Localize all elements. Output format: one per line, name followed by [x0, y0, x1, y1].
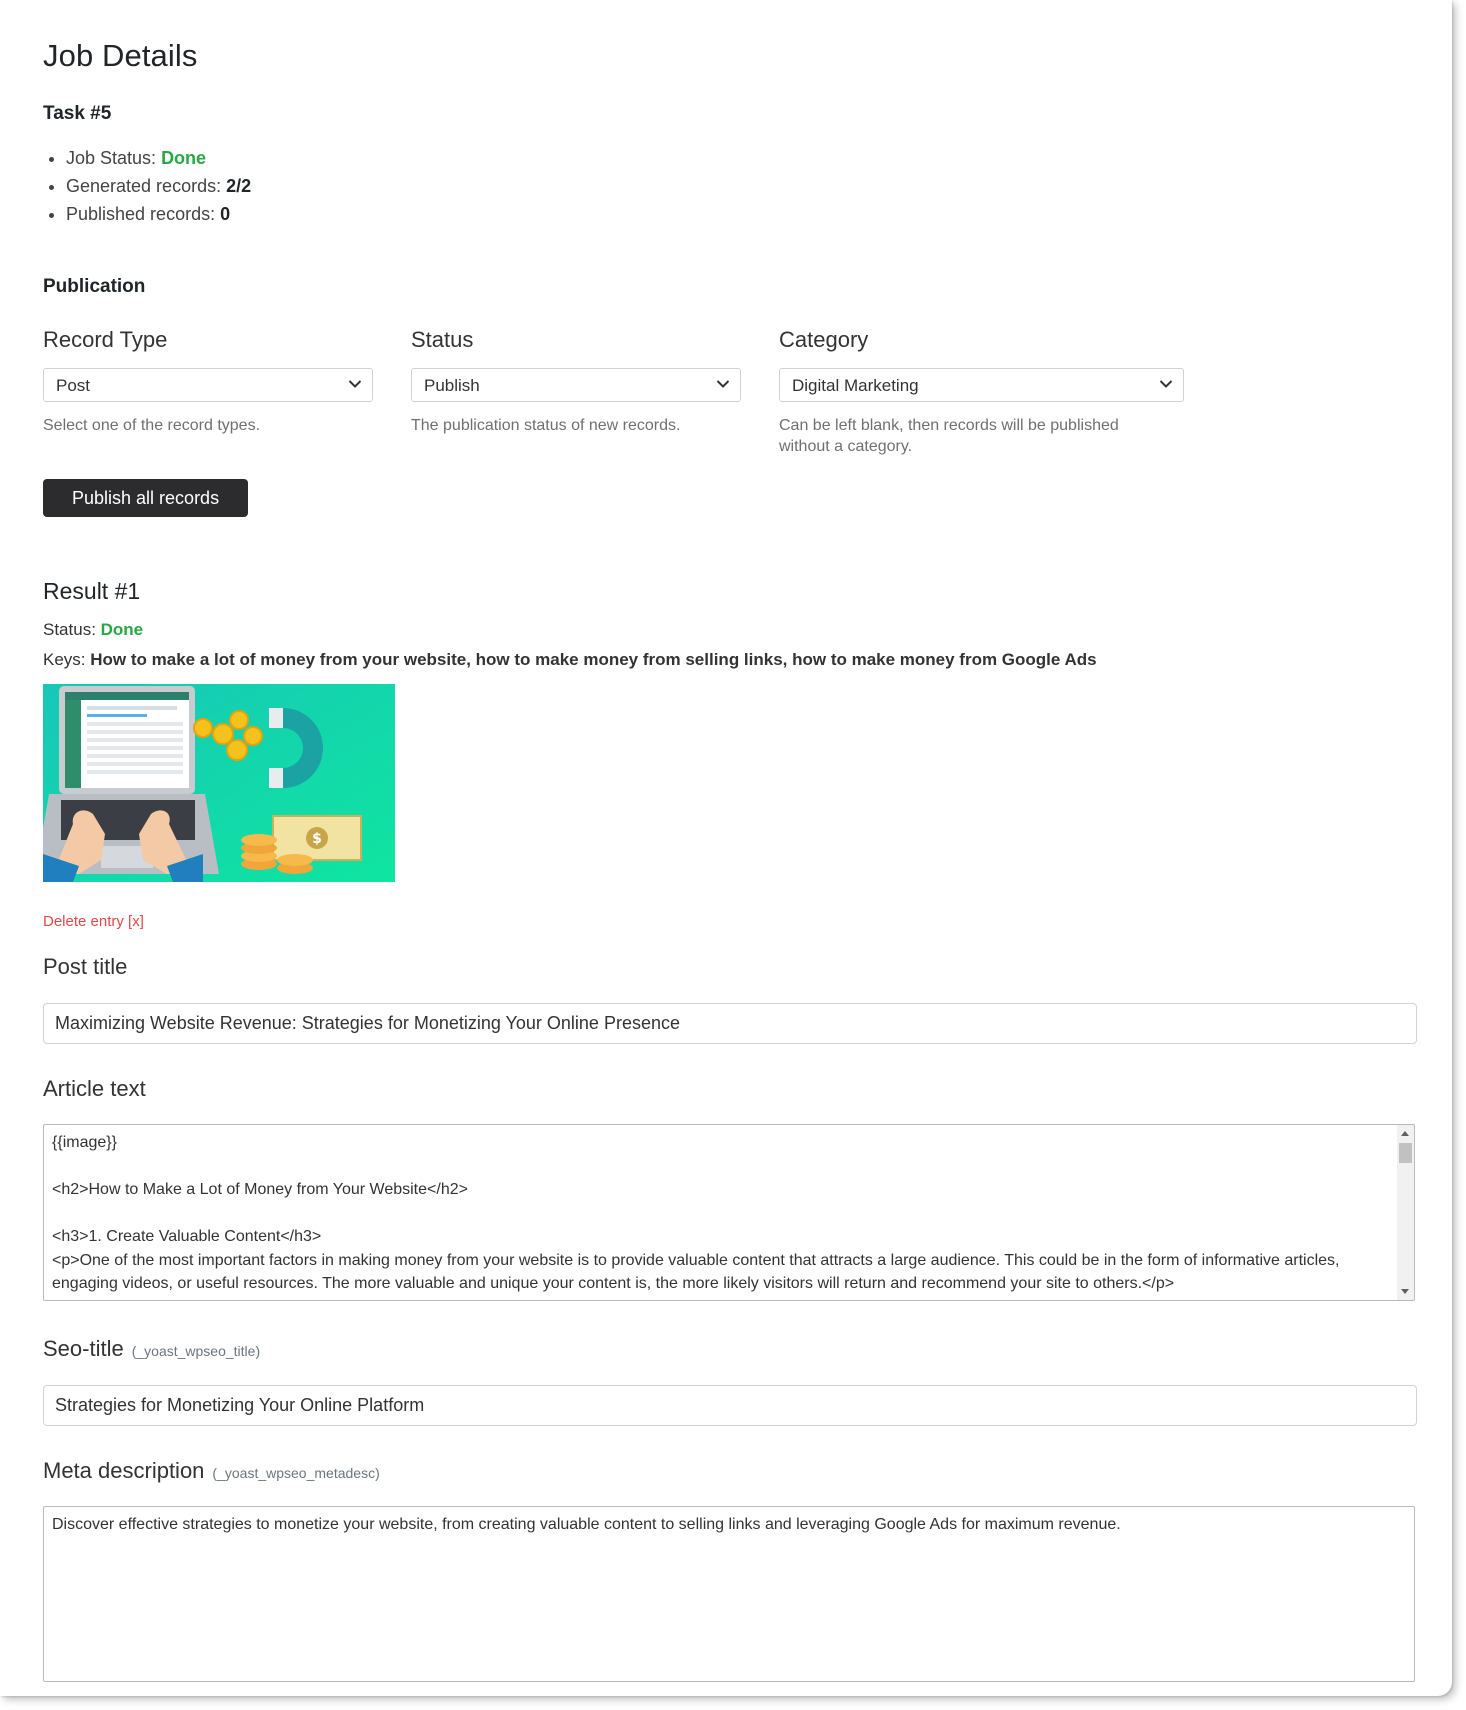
meta-description-content: Discover effective strategies to monetiz…	[52, 1516, 1121, 1533]
article-text-label: Article text	[43, 1076, 146, 1101]
category-field: Category Digital Marketing Can be left b…	[779, 325, 1184, 457]
record-type-selected: Post	[56, 376, 91, 395]
seo-title-input[interactable]	[43, 1385, 1417, 1426]
page-title: Job Details	[43, 38, 198, 73]
category-selected: Digital Marketing	[792, 376, 919, 395]
meta-description-textarea[interactable]: Discover effective strategies to monetiz…	[43, 1506, 1415, 1682]
chevron-down-icon	[716, 380, 730, 388]
result-keys-value: How to make a lot of money from your web…	[90, 650, 1097, 669]
chevron-down-icon	[348, 380, 362, 388]
article-text-scrollbar[interactable]	[1397, 1125, 1414, 1300]
chevron-down-icon	[1159, 380, 1173, 388]
article-text-textarea[interactable]: {{image}} <h2>How to Make a Lot of Money…	[43, 1124, 1415, 1301]
record-type-label: Record Type	[43, 327, 168, 352]
seo-title-label: Seo-title (_yoast_wpseo_title)	[43, 1336, 261, 1361]
record-type-select[interactable]: Post	[43, 368, 373, 402]
generated-records-value: 2/2	[226, 176, 252, 196]
scroll-down-arrow-icon[interactable]	[1401, 1289, 1409, 1294]
scrollbar-thumb[interactable]	[1399, 1143, 1412, 1163]
result-keys: Keys: How to make a lot of money from yo…	[43, 650, 1097, 669]
status-selected: Publish	[424, 376, 480, 395]
result-status-value: Done	[100, 620, 144, 639]
task-stats-list: Job Status: Done Generated records: 2/2 …	[43, 144, 251, 228]
category-select[interactable]: Digital Marketing	[779, 368, 1184, 402]
article-text-content: {{image}} <h2>How to Make a Lot of Money…	[52, 1134, 1340, 1292]
seo-title-meta-key: (_yoast_wpseo_title)	[131, 1343, 261, 1359]
category-help: Can be left blank, then records will be …	[779, 417, 1119, 455]
delete-entry-link[interactable]: Delete entry [x]	[43, 913, 144, 930]
published-records-item: Published records: 0	[66, 200, 251, 228]
record-type-field: Record Type Post Select one of the recor…	[43, 325, 373, 436]
meta-description-meta-key: (_yoast_wpseo_metadesc)	[212, 1465, 380, 1481]
job-status-value: Done	[161, 148, 207, 168]
meta-description-label: Meta description (_yoast_wpseo_metadesc)	[43, 1458, 380, 1483]
result-heading: Result #1	[43, 578, 141, 604]
record-type-help: Select one of the record types.	[43, 417, 261, 434]
laptop-money-illustration: $	[43, 684, 395, 882]
status-label: Status	[411, 327, 474, 352]
status-select[interactable]: Publish	[411, 368, 741, 402]
status-help: The publication status of new records.	[411, 417, 681, 434]
job-status-item: Job Status: Done	[66, 144, 251, 172]
task-heading: Task #5	[43, 103, 112, 124]
scroll-up-arrow-icon[interactable]	[1401, 1131, 1409, 1136]
svg-text:$: $	[312, 831, 322, 847]
generated-records-item: Generated records: 2/2	[66, 172, 251, 200]
publish-all-records-button[interactable]: Publish all records	[43, 479, 249, 517]
page-container: Job Details Task #5 Job Status: Done Gen…	[0, 0, 1452, 1696]
category-label: Category	[779, 327, 869, 352]
post-title-label: Post title	[43, 954, 128, 979]
published-records-value: 0	[220, 204, 231, 224]
publication-heading: Publication	[43, 276, 146, 297]
result-status: Status: Done	[43, 620, 144, 639]
status-field: Status Publish The publication status of…	[411, 325, 741, 436]
result-image: $	[43, 684, 395, 882]
post-title-input[interactable]	[43, 1003, 1417, 1044]
